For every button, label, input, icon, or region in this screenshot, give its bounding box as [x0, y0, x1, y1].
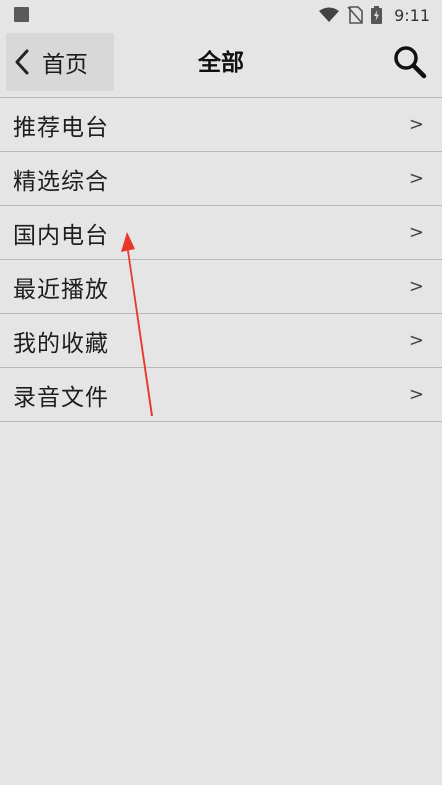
status-bar: 9:11 — [0, 0, 442, 30]
menu-item-label: 录音文件 — [13, 384, 109, 411]
wifi-icon — [319, 7, 340, 22]
back-button[interactable]: 首页 — [6, 33, 114, 91]
clock: 9:11 — [394, 5, 430, 25]
menu-item-label: 我的收藏 — [13, 330, 109, 357]
chevron-right-icon: > — [408, 276, 424, 297]
back-button-label: 首页 — [42, 52, 88, 78]
search-icon[interactable] — [392, 44, 428, 80]
menu-item-domestic-radio[interactable]: 国内电台 > — [0, 206, 442, 260]
chevron-right-icon: > — [408, 222, 424, 243]
menu-item-recently-played[interactable]: 最近播放 > — [0, 260, 442, 314]
menu-item-recommended-radio[interactable]: 推荐电台 > — [0, 98, 442, 152]
chevron-right-icon: > — [408, 330, 424, 351]
menu-item-label: 国内电台 — [13, 222, 109, 249]
battery-charging-icon — [371, 6, 383, 24]
menu-item-label: 精选综合 — [13, 168, 109, 195]
menu-item-label: 推荐电台 — [13, 114, 109, 141]
chevron-right-icon: > — [408, 168, 424, 189]
menu-item-recordings[interactable]: 录音文件 > — [0, 368, 442, 422]
chevron-left-icon — [15, 49, 29, 75]
notification-square-icon — [14, 7, 29, 22]
menu-item-featured[interactable]: 精选综合 > — [0, 152, 442, 206]
menu-item-label: 最近播放 — [13, 276, 109, 303]
app-bar: 全部 首页 — [0, 30, 442, 98]
menu-list: 推荐电台 > 精选综合 > 国内电台 > 最近播放 > 我的收藏 > 录音文件 … — [0, 98, 442, 422]
status-icons: 9:11 — [319, 4, 430, 26]
menu-item-favorites[interactable]: 我的收藏 > — [0, 314, 442, 368]
chevron-right-icon: > — [408, 384, 424, 405]
chevron-right-icon: > — [408, 114, 424, 135]
no-sim-icon — [347, 6, 363, 24]
